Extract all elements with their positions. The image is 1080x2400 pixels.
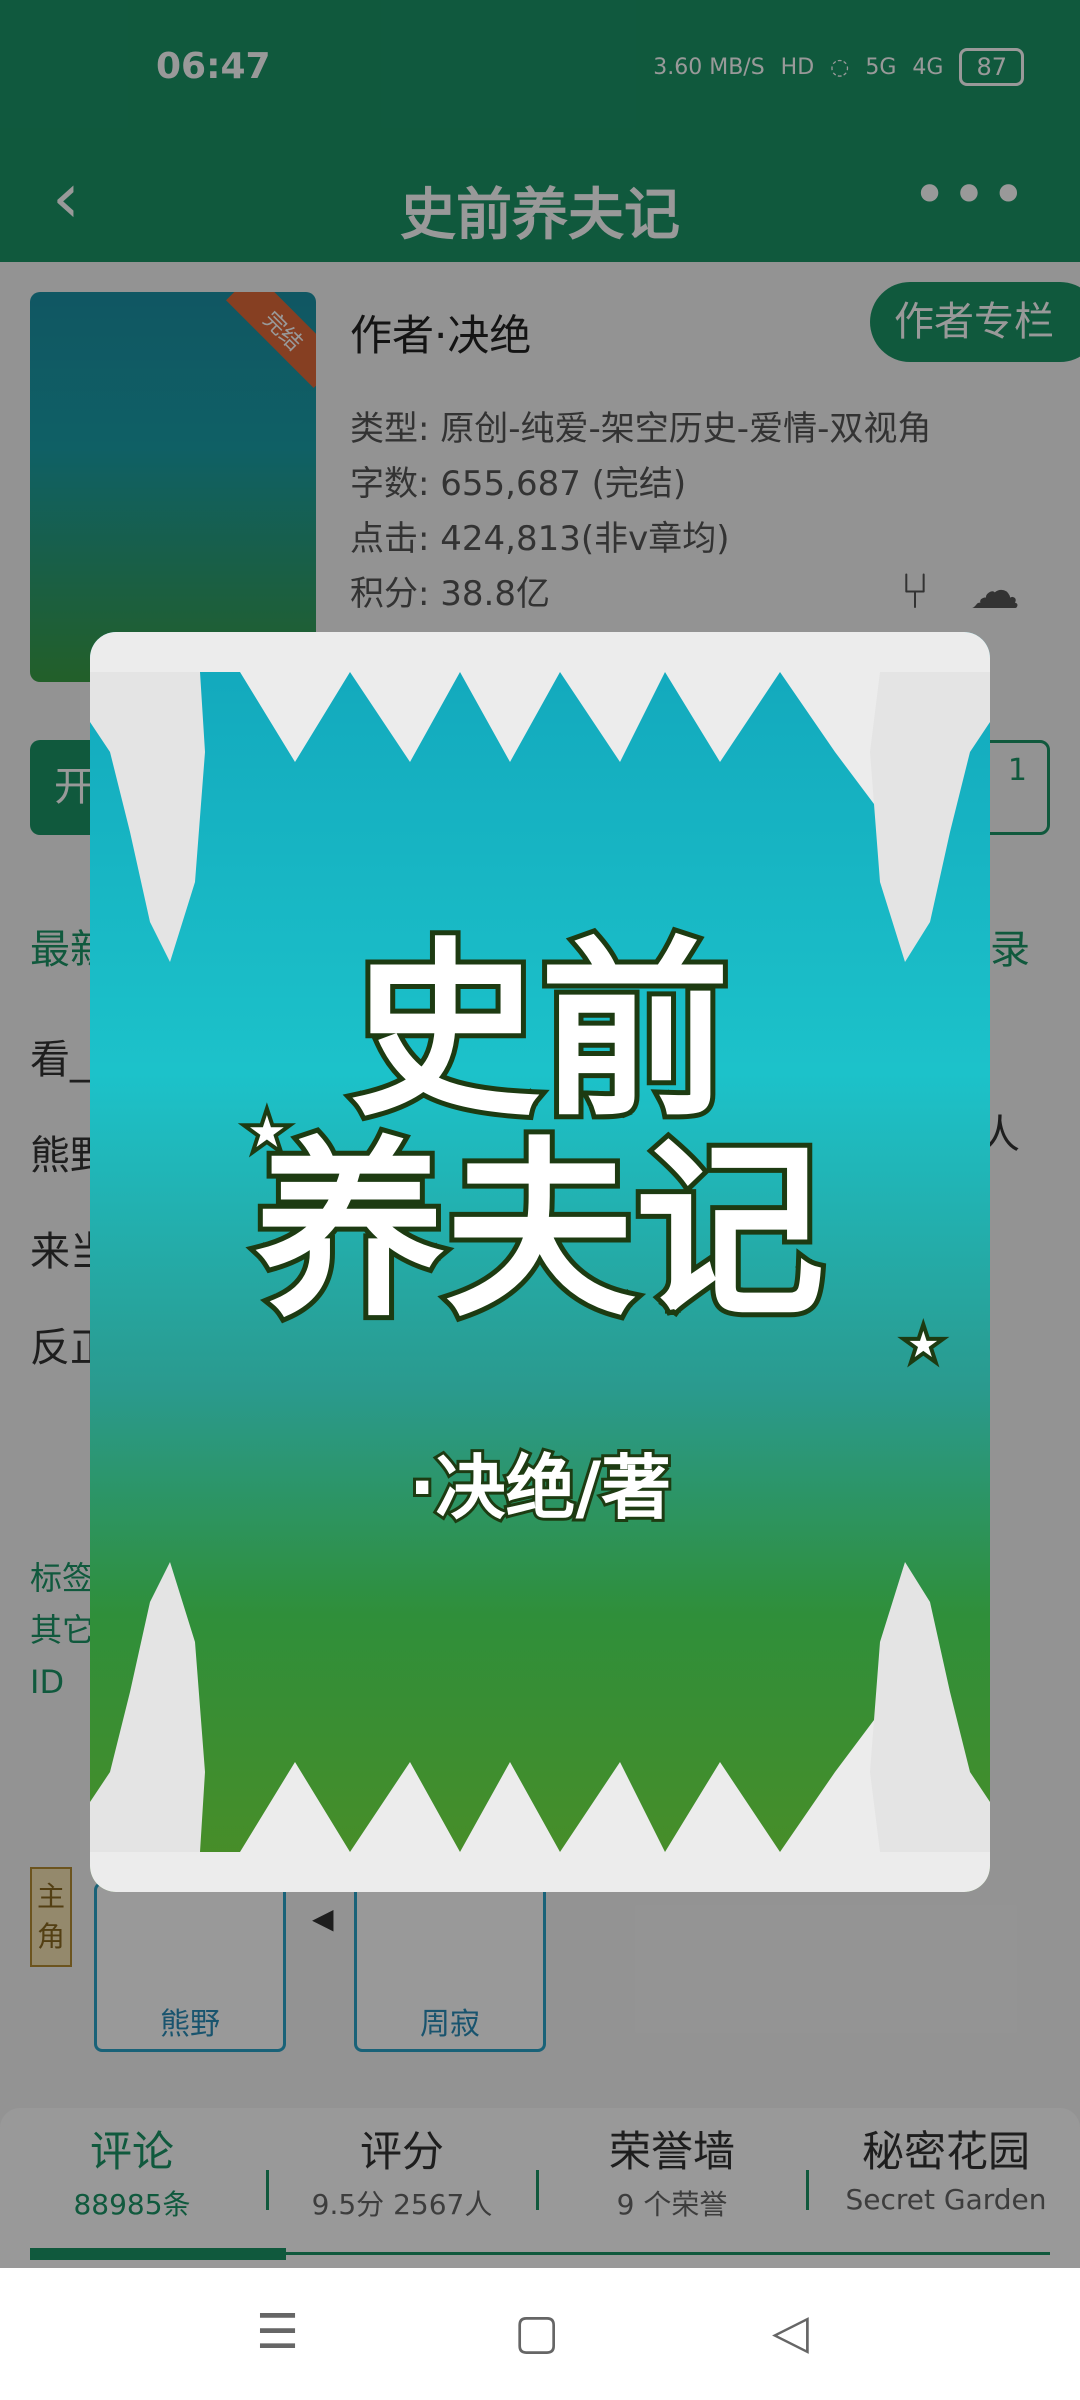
- cover-title: 史前 养夫记: [90, 921, 990, 1342]
- cover-title-line: 养夫记: [250, 1121, 830, 1342]
- cover-preview-dialog[interactable]: ★ ★ 史前 养夫记 ·决绝/著: [90, 632, 990, 1892]
- menu-icon[interactable]: ☰: [256, 2304, 299, 2360]
- cover-author: ·决绝/著: [406, 1444, 674, 1532]
- cover-title-line: 史前: [345, 921, 735, 1142]
- back-nav-icon[interactable]: ◁: [772, 2304, 809, 2360]
- system-nav-bar: ☰ ▢ ◁: [0, 2268, 1080, 2400]
- home-icon[interactable]: ▢: [514, 2304, 559, 2360]
